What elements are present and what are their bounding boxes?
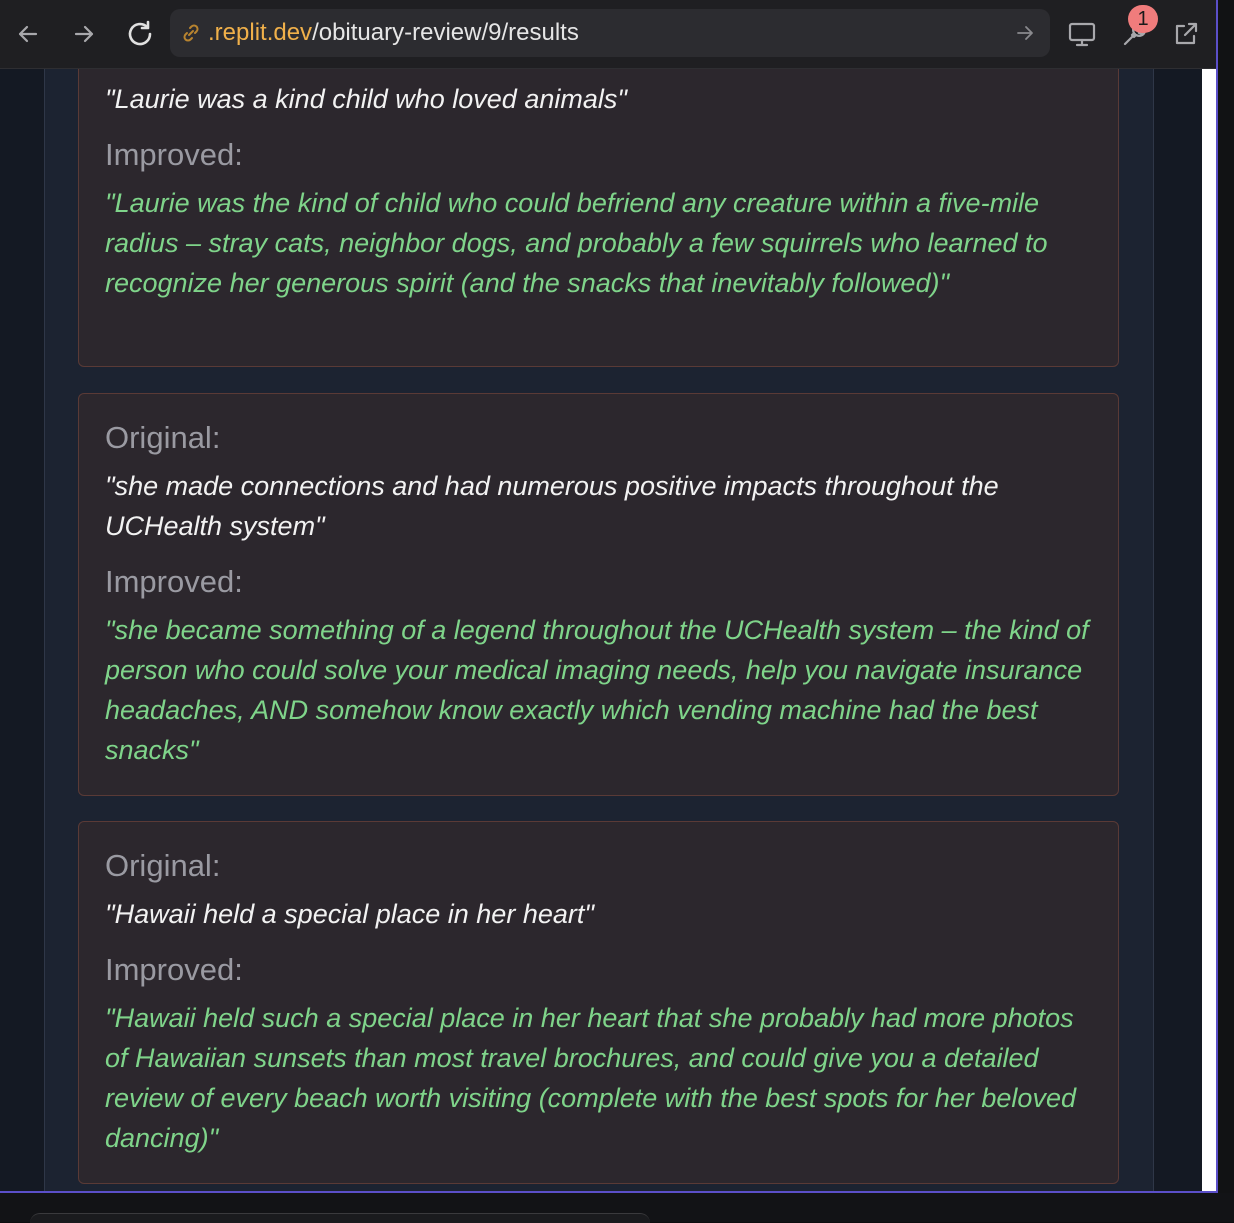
original-text: "Hawaii held a special place in her hear… [105,899,594,929]
improved-text: "Laurie was the kind of child who could … [105,188,1048,298]
improved-label: Improved: [105,952,243,987]
url-host: .replit.dev [208,19,313,46]
scrollbar-track[interactable] [1202,69,1216,1191]
open-new-tab-button[interactable] [1168,16,1204,52]
taskbar [0,1193,1234,1223]
arrow-left-icon [18,25,38,43]
back-button[interactable] [10,16,46,52]
url-path: /obituary-review/9/results [312,19,579,46]
comparison-card: Original: "she made connections and had … [78,393,1119,796]
comparison-card: "Laurie was a kind child who loved anima… [78,40,1119,367]
original-label: Original: [105,420,221,455]
improved-text: "Hawaii held such a special place in her… [105,1003,1076,1153]
left-gutter [0,69,44,1191]
notification-badge: 1 [1128,5,1158,33]
comparison-card: Original: "Hawaii held a special place i… [78,821,1119,1184]
reload-button[interactable] [122,16,158,52]
browser-toolbar: .replit.dev/obituary-review/9/results 1 [0,0,1216,69]
devices-button[interactable] [1064,16,1100,52]
forward-button[interactable] [66,16,102,52]
monitor-icon [1068,22,1096,47]
arrow-right-icon [74,25,94,43]
reload-icon [128,20,152,46]
improved-label: Improved: [105,137,243,172]
original-label: Original: [105,848,221,883]
improved-text: "she became something of a legend throug… [105,615,1089,765]
url-text: .replit.dev/obituary-review/9/results [208,20,579,46]
link-icon [180,22,202,49]
improved-label: Improved: [105,564,243,599]
external-link-icon [1175,22,1198,45]
address-bar[interactable]: .replit.dev/obituary-review/9/results [170,9,1050,57]
window-edge [1218,0,1234,1193]
go-arrow-icon[interactable] [1014,22,1036,49]
original-text: "she made connections and had numerous p… [105,471,999,541]
right-gutter [1154,69,1202,1191]
original-text: "Laurie was a kind child who loved anima… [105,84,627,114]
browser-window: "Laurie was a kind child who loved anima… [0,0,1218,1193]
